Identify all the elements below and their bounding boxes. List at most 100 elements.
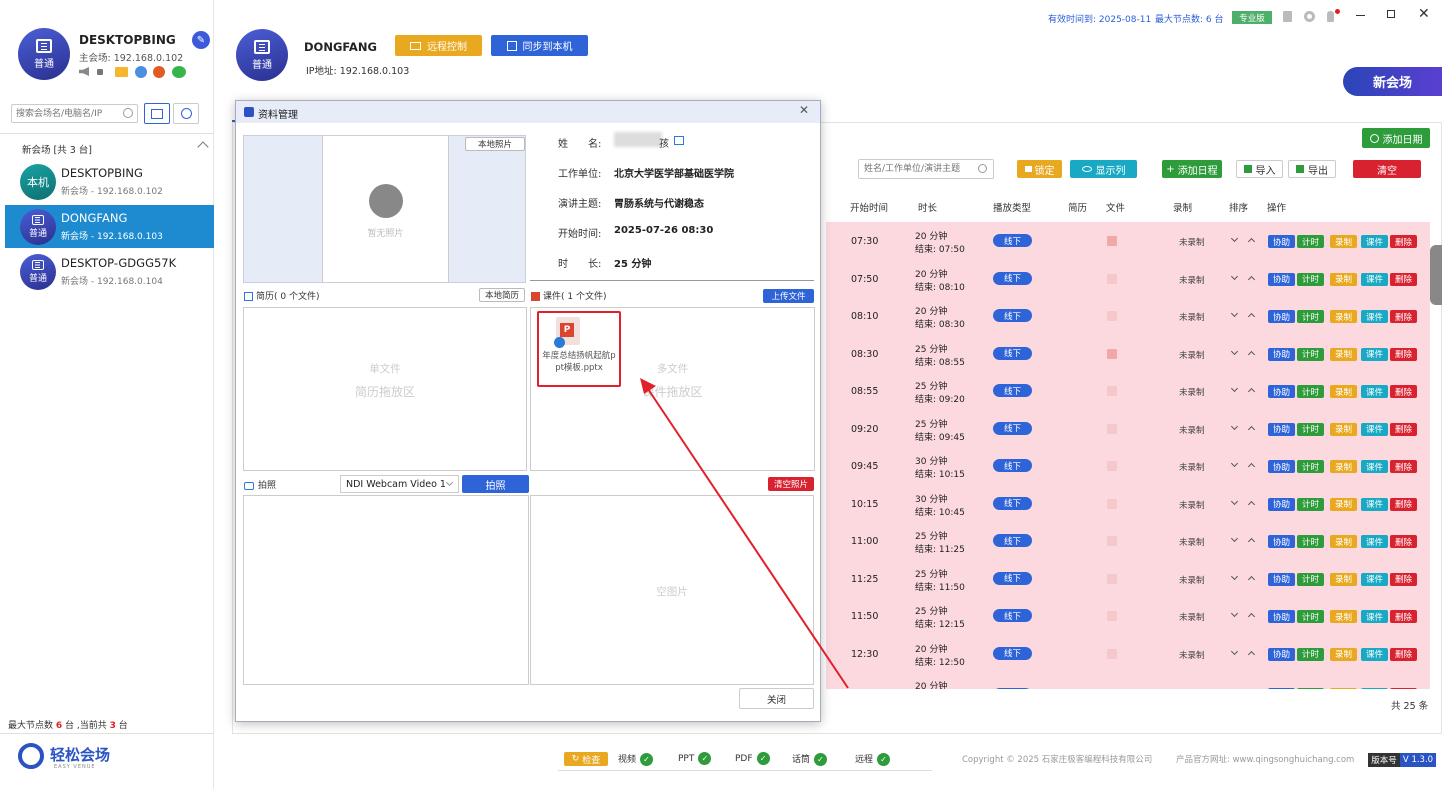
record-button[interactable]: 录制 xyxy=(1330,235,1357,248)
chevron-down-icon[interactable] xyxy=(1230,647,1239,655)
file-empty-icon[interactable] xyxy=(1107,423,1117,434)
table-row[interactable]: 07:50 20 分钟 结束: 08:10 线下 未录制 协助 计时 录制 课件 删除 xyxy=(826,264,1430,302)
chevron-up-icon[interactable] xyxy=(1247,237,1256,246)
chevron-up-icon[interactable] xyxy=(1247,537,1256,546)
chevron-down-icon[interactable] xyxy=(1230,459,1239,468)
check-button[interactable]: ↻ 检查 xyxy=(564,752,608,766)
assist-button[interactable]: 协助 xyxy=(1268,385,1295,398)
record-button[interactable]: 录制 xyxy=(1330,385,1357,398)
globe-icon[interactable] xyxy=(135,66,147,78)
chevron-down-icon[interactable] xyxy=(1230,422,1239,430)
timer-button[interactable]: 计时 xyxy=(1297,385,1324,398)
folder-icon[interactable] xyxy=(115,67,128,77)
record-button[interactable]: 录制 xyxy=(1330,272,1357,286)
wechat-icon[interactable] xyxy=(172,66,186,78)
delete-button[interactable]: 删除 xyxy=(1390,422,1417,436)
list-view-button[interactable] xyxy=(144,103,170,124)
gear-icon[interactable] xyxy=(1304,11,1315,22)
play-type-badge[interactable]: 线下 xyxy=(993,309,1032,322)
courseware-button[interactable]: 课件 xyxy=(1361,385,1388,398)
table-row[interactable]: 11:25 25 分钟 结束: 11:50 线下 未录制 协助 计时 录制 课件 删除 xyxy=(826,564,1430,602)
file-empty-icon[interactable] xyxy=(1107,648,1117,659)
delete-button[interactable]: 删除 xyxy=(1390,497,1417,511)
courseware-button[interactable]: 课件 xyxy=(1361,647,1388,661)
scroll-handle[interactable] xyxy=(1430,245,1442,305)
chevron-up-icon[interactable] xyxy=(1247,275,1256,283)
assist-button[interactable]: 协助 xyxy=(1268,497,1295,511)
assist-button[interactable]: 协助 xyxy=(1268,460,1295,473)
file-empty-icon[interactable] xyxy=(1107,311,1117,321)
timer-button[interactable]: 计时 xyxy=(1297,422,1324,436)
close-window-icon[interactable]: ✕ xyxy=(1418,6,1430,22)
table-row[interactable]: 07:30 20 分钟 结束: 07:50 线下 未录制 协助 计时 录制 课件 删除 xyxy=(826,226,1430,264)
courseware-button[interactable]: 课件 xyxy=(1361,272,1388,286)
clear-button[interactable]: 清空 xyxy=(1353,160,1421,178)
courseware-button[interactable]: 课件 xyxy=(1361,347,1388,361)
play-type-badge[interactable]: 线下 xyxy=(993,459,1032,472)
assist-button[interactable]: 协助 xyxy=(1268,647,1295,661)
assist-button[interactable]: 协助 xyxy=(1268,272,1295,286)
courseware-button[interactable]: 课件 xyxy=(1361,497,1388,511)
table-row[interactable]: 11:00 25 分钟 结束: 11:25 线下 未录制 协助 计时 录制 课件 删除 xyxy=(826,526,1430,564)
speaker-icon[interactable] xyxy=(79,67,89,76)
record-button[interactable]: 录制 xyxy=(1330,572,1357,586)
delete-button[interactable]: 删除 xyxy=(1390,535,1417,548)
minimize-icon[interactable] xyxy=(1356,15,1365,16)
camera-select[interactable]: NDI Webcam Video 1 xyxy=(340,475,459,493)
table-row[interactable]: 08:30 25 分钟 结束: 08:55 线下 未录制 协助 计时 录制 课件 删除 xyxy=(826,339,1430,377)
play-type-badge[interactable]: 线下 xyxy=(993,496,1032,510)
assist-button[interactable]: 协助 xyxy=(1268,422,1295,436)
assist-button[interactable]: 协助 xyxy=(1268,688,1295,689)
remote-control-button[interactable]: 远程控制 xyxy=(395,35,482,56)
timer-button[interactable]: 计时 xyxy=(1297,610,1324,623)
delete-button[interactable]: 删除 xyxy=(1390,347,1417,361)
delete-button[interactable]: 删除 xyxy=(1390,272,1417,286)
chevron-down-icon[interactable] xyxy=(1230,572,1239,580)
courseware-button[interactable]: 课件 xyxy=(1361,310,1388,323)
add-schedule-button[interactable]: + 添加日程 xyxy=(1162,160,1222,178)
courseware-button[interactable]: 课件 xyxy=(1361,688,1388,689)
group-header[interactable]: 新会场 [共 3 台] xyxy=(22,142,92,156)
chevron-down-icon[interactable] xyxy=(1230,309,1239,318)
file-empty-icon[interactable] xyxy=(1107,536,1117,546)
timer-button[interactable]: 计时 xyxy=(1297,272,1324,286)
play-type-badge[interactable]: 线下 xyxy=(993,421,1032,435)
record-button[interactable]: 录制 xyxy=(1330,610,1357,623)
table-row[interactable]: 10:15 30 分钟 结束: 10:45 线下 未录制 协助 计时 录制 课件 删除 xyxy=(826,489,1430,527)
record-button[interactable]: 录制 xyxy=(1330,647,1357,661)
add-date-button[interactable]: 添加日期 xyxy=(1362,128,1430,148)
chevron-up-icon[interactable] xyxy=(1247,350,1256,358)
chevron-up-icon[interactable] xyxy=(1247,462,1256,471)
record-button[interactable]: 录制 xyxy=(1330,422,1357,436)
chevron-down-icon[interactable] xyxy=(1230,272,1239,280)
timer-button[interactable]: 计时 xyxy=(1297,310,1324,323)
record-button[interactable]: 录制 xyxy=(1330,688,1357,689)
file-empty-icon[interactable] xyxy=(1107,498,1117,509)
search-icon[interactable] xyxy=(123,108,133,118)
notification-icon[interactable] xyxy=(1327,11,1334,22)
courseware-button[interactable]: 课件 xyxy=(1361,460,1388,473)
sidebar-item-desktopbing[interactable]: 本机 DESKTOPBING 新会场 - 192.168.0.102 xyxy=(5,160,214,203)
chevron-up-icon[interactable] xyxy=(1247,387,1256,396)
dialog-close-icon[interactable]: ✕ xyxy=(799,103,809,117)
play-type-badge[interactable]: 线下 xyxy=(993,271,1032,285)
chevron-down-icon[interactable] xyxy=(1230,347,1239,355)
assist-button[interactable]: 协助 xyxy=(1268,610,1295,623)
timer-button[interactable]: 计时 xyxy=(1297,688,1324,689)
new-venue-button[interactable]: 新会场 xyxy=(1343,67,1442,96)
courseware-button[interactable]: 课件 xyxy=(1361,235,1388,248)
file-empty-icon[interactable] xyxy=(1107,273,1117,284)
chevron-up-icon[interactable] xyxy=(1247,312,1256,321)
chevron-down-icon[interactable] xyxy=(1230,609,1239,618)
record-button[interactable]: 录制 xyxy=(1330,310,1357,323)
file-empty-icon[interactable] xyxy=(1107,611,1117,621)
record-icon[interactable] xyxy=(153,66,165,78)
file-empty-icon[interactable] xyxy=(1107,461,1117,471)
import-button[interactable]: 导入 xyxy=(1236,160,1283,178)
chevron-up-icon[interactable] xyxy=(1247,612,1256,621)
assist-button[interactable]: 协助 xyxy=(1268,535,1295,548)
chevron-down-icon[interactable] xyxy=(1230,384,1239,393)
delete-button[interactable]: 删除 xyxy=(1390,235,1417,248)
courseware-button[interactable]: 课件 xyxy=(1361,535,1388,548)
assist-button[interactable]: 协助 xyxy=(1268,572,1295,586)
